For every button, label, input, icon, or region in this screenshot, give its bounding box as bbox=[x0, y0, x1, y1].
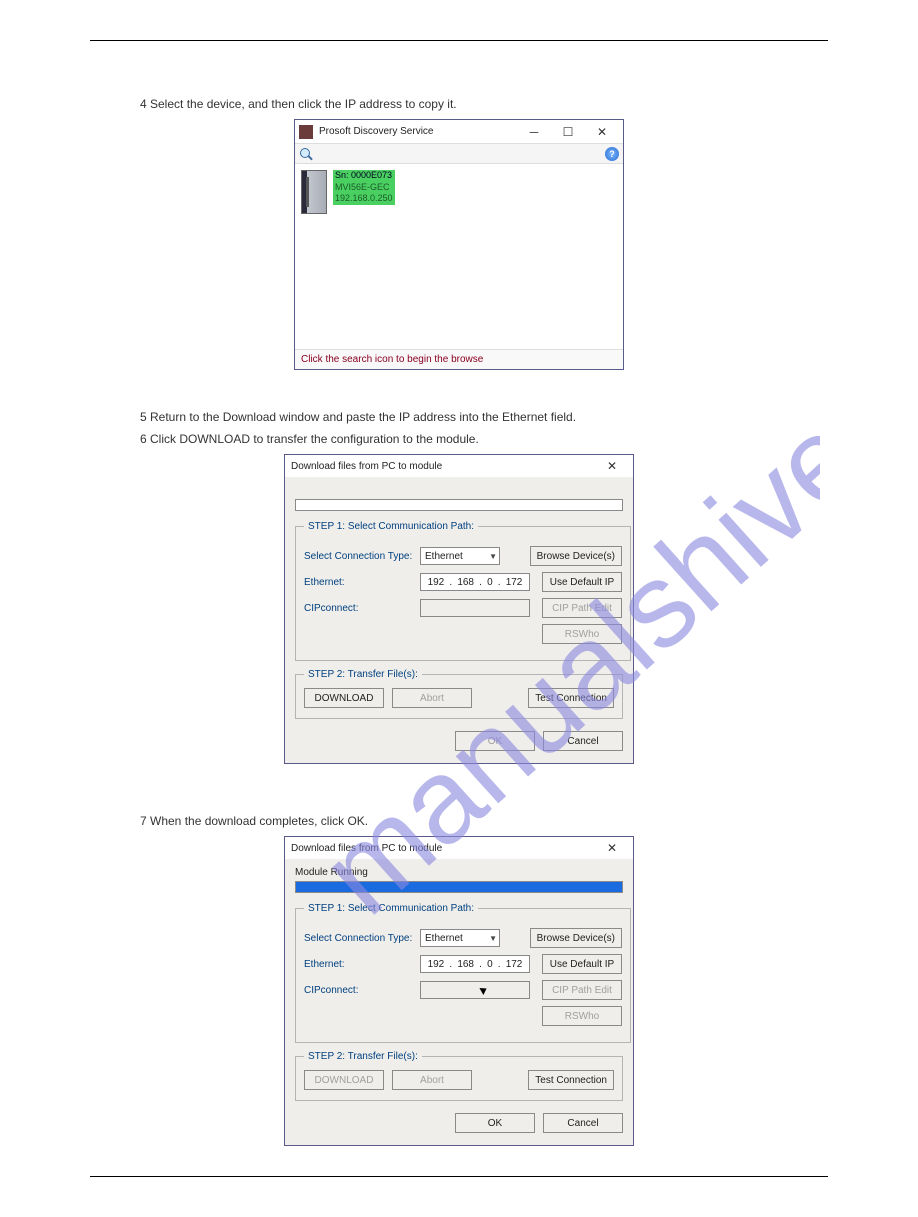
rswho-button: RSWho bbox=[542, 624, 622, 644]
instruction-line: 4 Select the device, and then click the … bbox=[90, 97, 828, 111]
step2-group: STEP 2: Transfer File(s): DOWNLOAD Abort… bbox=[295, 669, 623, 719]
device-serial: Sn: 0000E073 bbox=[333, 170, 395, 182]
dialog-title: Download files from PC to module bbox=[291, 843, 597, 854]
device-model: MVI56E-GEC bbox=[333, 182, 395, 194]
cip-field bbox=[420, 599, 530, 617]
step1-group: STEP 1: Select Communication Path: Selec… bbox=[295, 521, 631, 661]
cancel-button[interactable]: Cancel bbox=[543, 731, 623, 751]
download-dialog-running: Download files from PC to module ✕ Modul… bbox=[284, 836, 634, 1146]
close-button[interactable]: ✕ bbox=[597, 839, 627, 857]
titlebar[interactable]: Prosoft Discovery Service ─ ☐ ✕ bbox=[295, 120, 623, 144]
conn-type-label: Select Connection Type: bbox=[304, 933, 414, 944]
window-title: Prosoft Discovery Service bbox=[319, 126, 517, 137]
ethernet-label: Ethernet: bbox=[304, 959, 414, 970]
abort-button: Abort bbox=[392, 1070, 472, 1090]
device-item[interactable]: Sn: 0000E073 MVI56E-GEC 192.168.0.250 bbox=[301, 170, 395, 214]
cip-path-edit-button: CIP Path Edit bbox=[542, 980, 622, 1000]
download-button[interactable]: DOWNLOAD bbox=[304, 688, 384, 708]
device-ip[interactable]: 192.168.0.250 bbox=[333, 193, 395, 205]
device-list: Sn: 0000E073 MVI56E-GEC 192.168.0.250 bbox=[295, 164, 623, 349]
browse-devices-button[interactable]: Browse Device(s) bbox=[530, 928, 622, 948]
ethernet-ip-field[interactable]: 192.168.0.172 bbox=[420, 573, 530, 591]
download-button: DOWNLOAD bbox=[304, 1070, 384, 1090]
status-text: Module Running bbox=[295, 867, 623, 879]
step1-legend: STEP 1: Select Communication Path: bbox=[304, 521, 478, 532]
titlebar[interactable]: Download files from PC to module ✕ bbox=[285, 837, 633, 859]
instruction-line: 7 When the download completes, click OK. bbox=[90, 814, 828, 828]
maximize-button[interactable]: ☐ bbox=[551, 121, 585, 143]
help-icon[interactable]: ? bbox=[605, 147, 619, 161]
step1-legend: STEP 1: Select Communication Path: bbox=[304, 903, 478, 914]
search-icon[interactable] bbox=[299, 147, 313, 161]
titlebar[interactable]: Download files from PC to module ✕ bbox=[285, 455, 633, 477]
step2-legend: STEP 2: Transfer File(s): bbox=[304, 1051, 422, 1062]
conn-type-label: Select Connection Type: bbox=[304, 551, 414, 562]
step1-group: STEP 1: Select Communication Path: Selec… bbox=[295, 903, 631, 1043]
status-text bbox=[295, 485, 623, 497]
step2-legend: STEP 2: Transfer File(s): bbox=[304, 669, 422, 680]
progress-bar bbox=[295, 881, 623, 893]
dialog-title: Download files from PC to module bbox=[291, 461, 597, 472]
ok-button[interactable]: OK bbox=[455, 1113, 535, 1133]
abort-button: Abort bbox=[392, 688, 472, 708]
cancel-button[interactable]: Cancel bbox=[543, 1113, 623, 1133]
instruction-line: 5 Return to the Download window and past… bbox=[90, 410, 828, 424]
ethernet-label: Ethernet: bbox=[304, 577, 414, 588]
default-ip-button[interactable]: Use Default IP bbox=[542, 954, 622, 974]
device-thumbnail bbox=[301, 170, 327, 214]
conn-type-select[interactable]: Ethernet bbox=[420, 929, 500, 947]
test-connection-button[interactable]: Test Connection bbox=[528, 688, 614, 708]
ethernet-ip-field[interactable]: 192.168.0.172 bbox=[420, 955, 530, 973]
instruction-line: 6 Click DOWNLOAD to transfer the configu… bbox=[90, 432, 828, 446]
cip-path-edit-button: CIP Path Edit bbox=[542, 598, 622, 618]
status-bar: Click the search icon to begin the brows… bbox=[295, 349, 623, 369]
rswho-button: RSWho bbox=[542, 1006, 622, 1026]
browse-devices-button[interactable]: Browse Device(s) bbox=[530, 546, 622, 566]
cip-label: CIPconnect: bbox=[304, 985, 414, 996]
step2-group: STEP 2: Transfer File(s): DOWNLOAD Abort… bbox=[295, 1051, 623, 1101]
toolbar: ? bbox=[295, 144, 623, 164]
discovery-window: Prosoft Discovery Service ─ ☐ ✕ ? Sn: 00… bbox=[294, 119, 624, 370]
cip-label: CIPconnect: bbox=[304, 603, 414, 614]
download-dialog: Download files from PC to module ✕ STEP … bbox=[284, 454, 634, 764]
ok-button: OK bbox=[455, 731, 535, 751]
progress-bar bbox=[295, 499, 623, 511]
close-button[interactable]: ✕ bbox=[585, 121, 619, 143]
minimize-button[interactable]: ─ bbox=[517, 121, 551, 143]
close-button[interactable]: ✕ bbox=[597, 457, 627, 475]
conn-type-select[interactable]: Ethernet bbox=[420, 547, 500, 565]
app-icon bbox=[299, 125, 313, 139]
test-connection-button[interactable]: Test Connection bbox=[528, 1070, 614, 1090]
cip-field bbox=[420, 981, 530, 999]
default-ip-button[interactable]: Use Default IP bbox=[542, 572, 622, 592]
